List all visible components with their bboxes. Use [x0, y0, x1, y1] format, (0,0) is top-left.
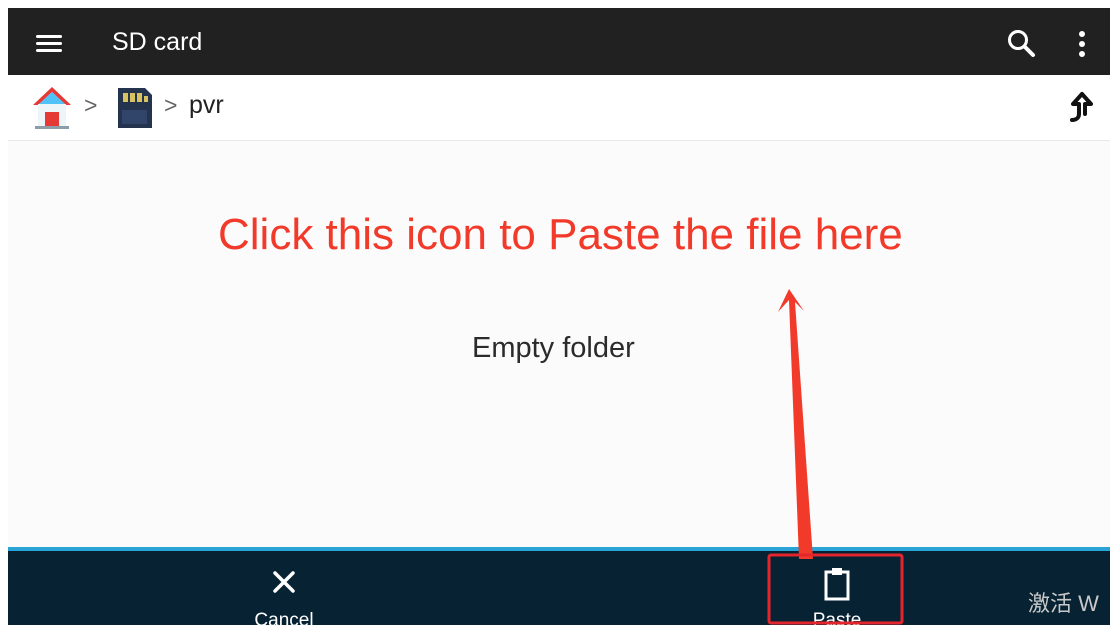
file-manager-app: SD card > > pvr Click this icon to Paste…	[8, 8, 1110, 625]
more-options-button[interactable]	[1068, 27, 1096, 61]
breadcrumb-current-folder[interactable]: pvr	[189, 90, 224, 120]
home-icon	[33, 87, 71, 129]
up-arrow-icon	[1070, 92, 1093, 122]
menu-button[interactable]	[34, 26, 68, 58]
breadcrumb-separator: >	[84, 92, 98, 118]
watermark-text: 激活 W	[1028, 591, 1099, 616]
paste-button[interactable]: Paste	[787, 565, 887, 625]
more-vertical-icon	[1079, 31, 1085, 57]
empty-folder-message: Empty folder	[472, 332, 635, 364]
bottom-action-bar: Cancel Paste	[8, 547, 1110, 625]
page-title: SD card	[112, 28, 203, 56]
top-app-bar: SD card	[8, 8, 1110, 75]
clipboard-icon	[824, 568, 850, 601]
search-icon	[1008, 30, 1035, 57]
up-directory-button[interactable]	[1064, 89, 1096, 125]
file-list-area: Click this icon to Paste the file here E…	[8, 141, 1110, 547]
sd-card-icon	[118, 88, 152, 128]
breadcrumb: > > pvr	[8, 75, 1110, 141]
cancel-button[interactable]: Cancel	[234, 565, 334, 625]
close-icon	[273, 571, 295, 593]
paste-label: Paste	[812, 610, 862, 625]
paste-instruction-annotation: Click this icon to Paste the file here	[218, 210, 903, 259]
search-button[interactable]	[1004, 26, 1038, 60]
breadcrumb-sd-card[interactable]	[109, 82, 157, 132]
breadcrumb-home[interactable]	[28, 82, 76, 132]
android-file-manager-screen: SD card > > pvr Click this icon to Paste…	[0, 0, 1110, 625]
breadcrumb-separator: >	[164, 92, 178, 118]
cancel-label: Cancel	[254, 610, 314, 625]
